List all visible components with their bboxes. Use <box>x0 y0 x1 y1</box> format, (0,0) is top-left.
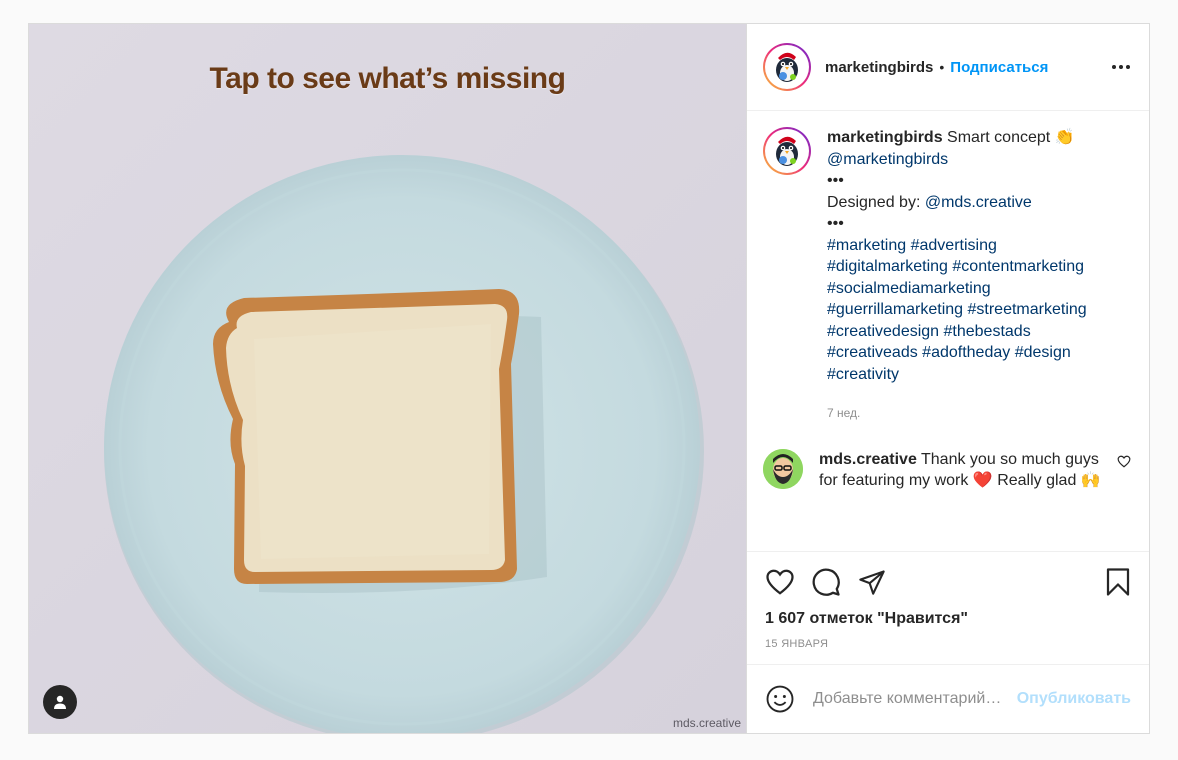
user-icon <box>54 695 66 709</box>
caption-dots: ••• <box>827 215 844 232</box>
designed-by-link[interactable]: @mds.creative <box>925 194 1032 211</box>
hashtag-line[interactable]: #guerrillamarketing #streetmarketing <box>827 299 1133 321</box>
comment-avatar[interactable] <box>763 448 803 489</box>
post-actions: 1 607 отметок "Нравится" 15 ЯНВАРЯ <box>747 551 1149 664</box>
post-image[interactable]: Tap to see what’s missing mds.creative <box>29 24 747 733</box>
comment-icon[interactable] <box>811 567 841 597</box>
instagram-post: Tap to see what’s missing mds.creative m… <box>28 23 1150 734</box>
hashtag-line[interactable]: #creativeads #adoftheday #design <box>827 342 1133 364</box>
designed-by-label: Designed by: <box>827 193 921 211</box>
share-icon[interactable] <box>857 568 887 596</box>
bookmark-icon[interactable] <box>1105 567 1131 597</box>
post-date[interactable]: 15 ЯНВАРЯ <box>765 638 1131 650</box>
comment-text: mds.creative Thank you so much guys for … <box>819 449 1115 492</box>
comment-input[interactable]: Добавьте комментарий… <box>813 690 1017 708</box>
header-separator: • <box>939 59 945 75</box>
caption-username[interactable]: marketingbirds <box>827 129 943 146</box>
hashtag-line[interactable]: #creativity <box>827 364 1133 386</box>
comments-section[interactable]: marketingbirds Smart concept 👏 @marketin… <box>747 111 1149 551</box>
overlay-title: Tap to see what’s missing <box>209 62 566 95</box>
hashtag-line[interactable]: #digitalmarketing #contentmarketing <box>827 256 1133 278</box>
hashtag-line[interactable]: #marketing #advertising <box>827 235 1133 257</box>
avatar[interactable] <box>763 43 811 91</box>
emoji-icon[interactable] <box>765 684 795 714</box>
bearded-man-avatar-icon <box>763 448 803 489</box>
post-header: marketingbirds • Подписаться <box>747 24 1149 111</box>
watermark: mds.creative <box>672 716 741 730</box>
hashtag-line[interactable]: #creativedesign #thebestads <box>827 321 1133 343</box>
caption-dots: ••• <box>827 172 844 189</box>
hashtag-line[interactable]: #socialmediamarketing <box>827 278 1133 300</box>
post-sidebar: marketingbirds • Подписаться marketingbi… <box>747 24 1149 733</box>
caption-body: Smart concept 👏 <box>947 129 1075 146</box>
header-username[interactable]: marketingbirds <box>825 59 933 76</box>
follow-button[interactable]: Подписаться <box>950 59 1048 76</box>
like-icon[interactable] <box>765 568 795 596</box>
penguin-avatar-icon <box>770 134 804 168</box>
more-options-icon[interactable] <box>1109 55 1133 79</box>
comment-username[interactable]: mds.creative <box>819 451 917 468</box>
like-comment-icon[interactable] <box>1115 449 1133 492</box>
penguin-avatar-icon <box>770 50 804 84</box>
tagged-users-button[interactable] <box>43 685 77 719</box>
caption: marketingbirds Smart concept 👏 @marketin… <box>763 127 1133 425</box>
bread-on-plate-photo <box>29 24 746 733</box>
caption-avatar[interactable] <box>763 127 811 175</box>
add-comment-bar: Добавьте комментарий… Опубликовать <box>747 664 1149 733</box>
comment: mds.creative Thank you so much guys for … <box>763 448 1133 492</box>
publish-button[interactable]: Опубликовать <box>1017 690 1131 708</box>
likes-count[interactable]: 1 607 отметок "Нравится" <box>765 610 1131 628</box>
caption-text: marketingbirds Smart concept 👏 @marketin… <box>827 127 1133 425</box>
caption-timestamp[interactable]: 7 нед. <box>827 403 1133 425</box>
mention-link[interactable]: @marketingbirds <box>827 149 1133 171</box>
